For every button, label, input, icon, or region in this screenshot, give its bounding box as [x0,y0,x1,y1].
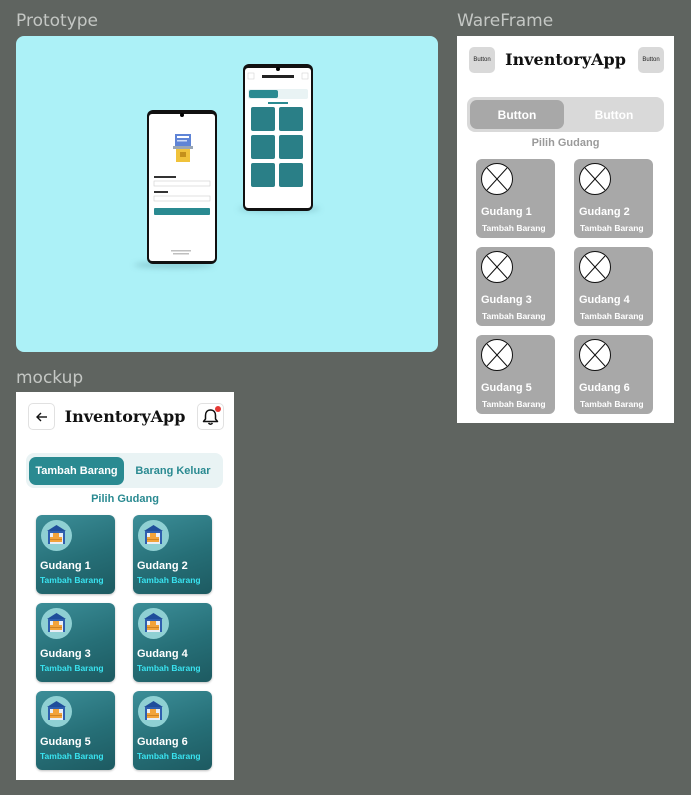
prototype-frame-label: Prototype [16,11,99,31]
wireframe-warehouse-card[interactable]: Gudang 3 Tambah Barang [476,247,555,326]
image-placeholder-icon [579,339,611,371]
login-screen-illustration [153,134,211,255]
add-item-link[interactable]: Tambah Barang [40,663,104,673]
warehouse-card[interactable]: Gudang 4 Tambah Barang [133,603,212,682]
warehouse-name: Gudang 4 [137,648,188,660]
image-placeholder-icon [481,163,513,195]
add-item-link[interactable]: Tambah Barang [137,575,201,585]
wireframe-frame: Button InventoryApp Button Button Button… [457,36,674,423]
warehouse-icon [138,696,169,727]
warehouse-name: Gudang 3 [481,294,532,306]
add-item-link[interactable]: Tambah Barang [580,223,644,233]
add-item-link[interactable]: Tambah Barang [482,223,546,233]
image-placeholder-icon [481,251,513,283]
warehouse-card[interactable]: Gudang 2 Tambah Barang [133,515,212,594]
warehouse-card[interactable]: Gudang 1 Tambah Barang [36,515,115,594]
warehouse-name: Gudang 2 [137,560,188,572]
warehouse-name: Gudang 1 [481,206,532,218]
warehouse-name: Gudang 5 [40,736,91,748]
warehouse-icon [41,608,72,639]
wireframe-right-button[interactable]: Button [638,47,664,73]
wireframe-warehouse-card[interactable]: Gudang 4 Tambah Barang [574,247,653,326]
wireframe-warehouse-card[interactable]: Gudang 5 Tambah Barang [476,335,555,414]
warehouse-icon [41,696,72,727]
tab-switcher: Tambah Barang Barang Keluar [26,453,223,488]
image-placeholder-icon [481,339,513,371]
warehouse-card[interactable]: Gudang 6 Tambah Barang [133,691,212,770]
prototype-frame[interactable] [16,36,438,352]
phone-camera [180,113,184,117]
warehouse-card[interactable]: Gudang 3 Tambah Barang [36,603,115,682]
warehouse-icon [138,608,169,639]
warehouse-name: Gudang 6 [579,382,630,394]
wireframe-tab-active[interactable]: Button [470,100,564,129]
wireframe-frame-label: WareFrame [457,11,554,31]
dashboard-screen-illustration [247,72,309,187]
login-screen-preview [149,114,215,261]
wireframe-warehouse-card[interactable]: Gudang 2 Tambah Barang [574,159,653,238]
warehouse-icon [41,520,72,551]
warehouse-icon [138,520,169,551]
warehouse-name: Gudang 4 [579,294,630,306]
add-item-link[interactable]: Tambah Barang [40,751,104,761]
warehouse-card[interactable]: Gudang 5 Tambah Barang [36,691,115,770]
add-item-link[interactable]: Tambah Barang [137,663,201,673]
image-placeholder-icon [579,251,611,283]
section-title: Pilih Gudang [91,493,159,505]
warehouse-name: Gudang 2 [579,206,630,218]
dashboard-phone-preview [243,64,313,211]
dashboard-screen-preview [245,68,311,208]
warehouse-name: Gudang 1 [40,560,91,572]
wireframe-warehouse-card[interactable]: Gudang 1 Tambah Barang [476,159,555,238]
notification-badge [215,406,221,412]
image-placeholder-icon [579,163,611,195]
login-phone-preview [147,110,217,264]
add-item-link[interactable]: Tambah Barang [482,311,546,321]
wireframe-section-title: Pilih Gudang [531,137,600,149]
phone-camera [276,67,280,71]
add-item-link[interactable]: Tambah Barang [40,575,104,585]
add-item-link[interactable]: Tambah Barang [580,399,644,409]
tab-tambah-barang[interactable]: Tambah Barang [29,457,124,485]
wireframe-warehouse-card[interactable]: Gudang 6 Tambah Barang [574,335,653,414]
mockup-frame: InventoryApp Tambah Barang Barang Keluar… [16,392,234,780]
mockup-frame-label: mockup [16,368,84,388]
warehouse-name: Gudang 6 [137,736,188,748]
wireframe-tab-inactive[interactable]: Button [567,100,661,129]
warehouse-name: Gudang 3 [40,648,91,660]
warehouse-name: Gudang 5 [481,382,532,394]
add-item-link[interactable]: Tambah Barang [137,751,201,761]
tab-barang-keluar[interactable]: Barang Keluar [126,457,220,485]
add-item-link[interactable]: Tambah Barang [580,311,644,321]
notification-button[interactable] [197,403,224,430]
add-item-link[interactable]: Tambah Barang [482,399,546,409]
wireframe-segmented-control: Button Button [467,97,664,132]
